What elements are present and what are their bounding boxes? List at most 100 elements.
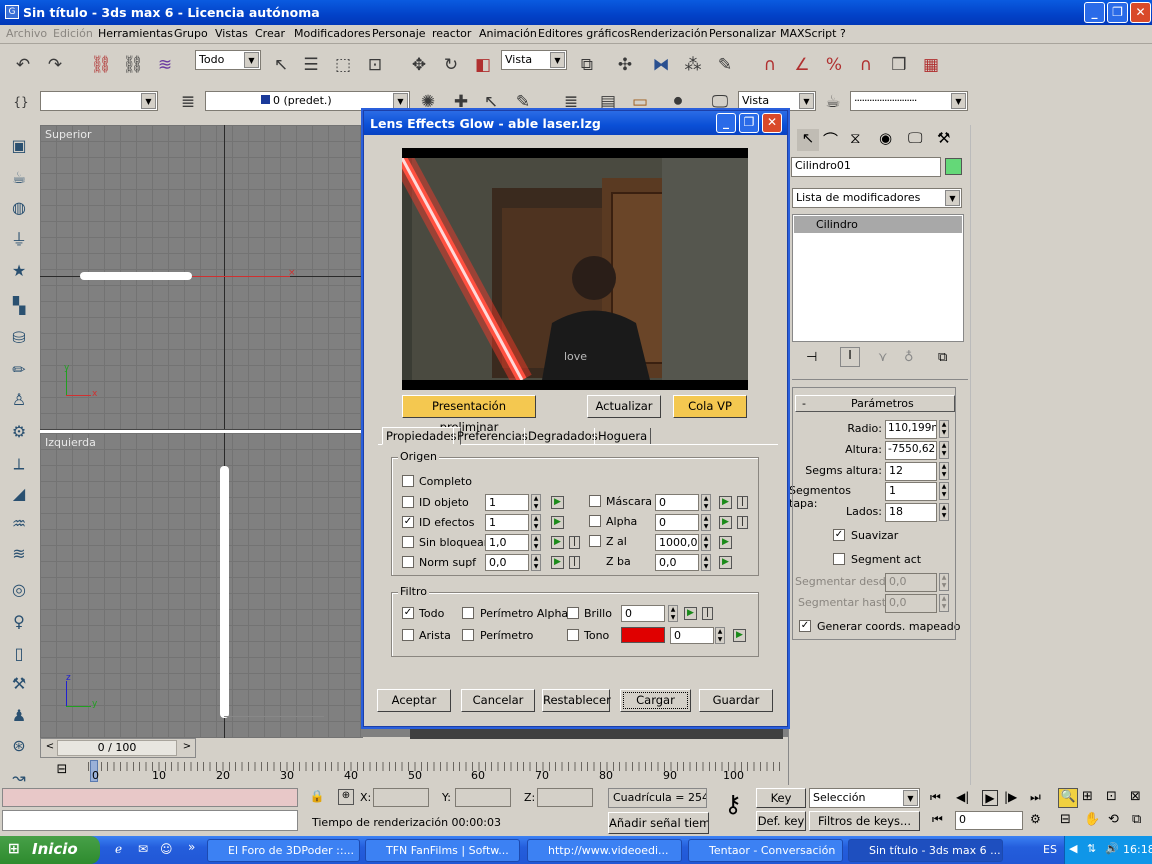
save-button[interactable]: Guardar bbox=[699, 689, 773, 712]
cancel-button[interactable]: Cancelar bbox=[461, 689, 535, 712]
hue-play-icon[interactable]: ▶ bbox=[733, 629, 746, 642]
perimeter-alpha-checkbox[interactable] bbox=[462, 607, 474, 619]
modify-tab-icon[interactable]: ⌒ bbox=[823, 129, 838, 150]
viewport-top[interactable]: × y x Superior bbox=[40, 125, 363, 430]
pan-icon[interactable]: ✋ bbox=[1084, 812, 1100, 827]
mask-spinner[interactable]: ▲ ▼ bbox=[701, 494, 711, 511]
sides-field[interactable]: 18 bbox=[885, 503, 937, 522]
edge-checkbox[interactable] bbox=[402, 629, 414, 641]
parameters-rollout-header[interactable]: - Parámetros bbox=[795, 395, 955, 412]
time-slider-frame[interactable]: 0 / 100 bbox=[57, 740, 177, 756]
z-lo-spinner[interactable]: ▲ ▼ bbox=[701, 554, 711, 571]
tool-icon[interactable]: ⚒ bbox=[5, 671, 33, 699]
teapot-icon[interactable]: ☕ bbox=[5, 165, 33, 193]
update-button[interactable]: Actualizar bbox=[587, 395, 661, 418]
chevron-right-icon[interactable]: > bbox=[180, 741, 194, 755]
time-slider[interactable]: < 0 / 100 > bbox=[40, 738, 196, 758]
zoom-icon[interactable]: 🔍 bbox=[1058, 788, 1078, 808]
remove-modifier-icon[interactable]: ♁ bbox=[904, 350, 914, 365]
utilities-tab-icon[interactable]: ⚒ bbox=[937, 129, 950, 147]
mask-invert-icon[interactable]: | bbox=[737, 496, 748, 509]
reset-button[interactable]: Restablecer bbox=[542, 689, 611, 712]
objects-icon[interactable]: ▣ bbox=[5, 133, 33, 161]
auto-key-button[interactable]: Key auto bbox=[756, 788, 806, 823]
surface-normal-play-icon[interactable]: ▶ bbox=[551, 556, 564, 569]
tab-degradados[interactable]: Degradados bbox=[524, 428, 601, 444]
zoom-all-icon[interactable]: ⊞ bbox=[1082, 789, 1093, 804]
chevron-left-icon[interactable]: < bbox=[43, 741, 57, 755]
prompt-line[interactable] bbox=[2, 810, 298, 831]
helper-icon[interactable]: ⟂ bbox=[5, 451, 33, 479]
filter-all-checkbox[interactable]: ✓ bbox=[402, 607, 414, 619]
unclamped-spinner[interactable]: ▲ ▼ bbox=[531, 534, 541, 551]
maximize-button[interactable]: ❐ bbox=[1107, 2, 1128, 23]
object-id-spinner[interactable]: ▲ ▼ bbox=[531, 494, 541, 511]
motion-tab-icon[interactable]: ◉ bbox=[879, 129, 892, 147]
named-selection-icon[interactable]: ❒ bbox=[886, 52, 912, 78]
menu-archivo[interactable]: Archivo bbox=[6, 27, 47, 40]
unclamped-play-icon[interactable]: ▶ bbox=[551, 536, 564, 549]
menu-personaje[interactable]: Personaje bbox=[372, 27, 426, 40]
select-object-icon[interactable]: ↖ bbox=[268, 52, 294, 78]
track-bar-icon[interactable]: ⊟ bbox=[52, 762, 72, 780]
key-selection-dropdown[interactable]: Selección ▼ bbox=[809, 788, 920, 808]
effects-id-field[interactable]: 1 bbox=[485, 514, 529, 531]
next-frame-icon[interactable]: |▶ bbox=[1004, 790, 1017, 804]
arc-rotate-icon[interactable]: ⟲ bbox=[1108, 812, 1119, 827]
menu-personalizar[interactable]: Personalizar bbox=[709, 27, 776, 40]
mask-play-icon[interactable]: ▶ bbox=[719, 496, 732, 509]
object-id-field[interactable]: 1 bbox=[485, 494, 529, 511]
viewport-left-label[interactable]: Izquierda bbox=[45, 436, 96, 449]
scale-icon[interactable]: ◧ bbox=[470, 52, 496, 78]
taskbar-item-foro[interactable]: El Foro de 3DPoder ::... bbox=[207, 839, 360, 862]
make-unique-icon[interactable]: ⋎ bbox=[878, 350, 888, 365]
alpha-spinner[interactable]: ▲ ▼ bbox=[701, 514, 711, 531]
sides-spinner[interactable]: ▲ ▼ bbox=[939, 503, 949, 521]
taskbar-item-3dsmax[interactable]: Sin título - 3ds max 6 ... bbox=[848, 839, 1003, 862]
layer-manager-icon[interactable]: ≣ bbox=[175, 89, 201, 115]
current-frame-field[interactable]: 0 bbox=[955, 811, 1023, 830]
render-type-dropdown[interactable]: Vista ▼ bbox=[738, 91, 816, 111]
tab-propiedades[interactable]: Propiedades bbox=[382, 427, 461, 445]
select-by-name-icon[interactable]: ☰ bbox=[298, 52, 324, 78]
material-editor-icon[interactable]: ▦ bbox=[918, 52, 944, 78]
z-lo-play-icon[interactable]: ▶ bbox=[719, 556, 732, 569]
object-id-checkbox[interactable] bbox=[402, 496, 414, 508]
bright-field[interactable]: 0 bbox=[621, 605, 665, 622]
array-icon[interactable]: ⁂ bbox=[680, 52, 706, 78]
dialog-minimize-button[interactable]: _ bbox=[716, 113, 736, 133]
text-icon[interactable]: {} bbox=[8, 89, 34, 115]
vp-queue-button[interactable]: Cola VP bbox=[673, 395, 747, 418]
rotate-icon[interactable]: ↻ bbox=[438, 52, 464, 78]
surface-normal-field[interactable]: 0,0 bbox=[485, 554, 529, 571]
z-hi-field[interactable]: 1000,0 bbox=[655, 534, 699, 551]
alpha-play-icon[interactable]: ▶ bbox=[719, 516, 732, 529]
panel-icon[interactable]: ▯ bbox=[5, 641, 33, 669]
biped-icon[interactable]: ♀ bbox=[5, 609, 33, 637]
minimize-button[interactable]: _ bbox=[1084, 2, 1105, 23]
viewport-top-label[interactable]: Superior bbox=[45, 128, 92, 141]
object-id-play-icon[interactable]: ▶ bbox=[551, 496, 564, 509]
sphere-icon[interactable]: ◍ bbox=[5, 195, 33, 223]
menu-vistas[interactable]: Vistas bbox=[215, 27, 248, 40]
dialog-maximize-button[interactable]: ❐ bbox=[739, 113, 759, 133]
zoom-extents-all-icon[interactable]: ⊠ bbox=[1130, 789, 1141, 804]
named-selection-set-dropdown[interactable]: ▼ bbox=[40, 91, 158, 111]
tab-preferencias[interactable]: Preferencias bbox=[453, 428, 531, 444]
messenger-quicklaunch-icon[interactable]: ☺ bbox=[160, 842, 173, 856]
alpha-checkbox[interactable] bbox=[589, 515, 601, 527]
quick-render-icon[interactable]: ☕ bbox=[820, 89, 846, 115]
pose-icon[interactable]: ♟ bbox=[5, 703, 33, 731]
key-mode-icon[interactable]: ⏮ bbox=[932, 812, 943, 827]
surface-normal-checkbox[interactable] bbox=[402, 556, 414, 568]
rect-selection-icon[interactable]: ⬚ bbox=[330, 52, 356, 78]
hue-spinner[interactable]: ▲ ▼ bbox=[715, 627, 725, 644]
z-hi-checkbox[interactable] bbox=[589, 535, 601, 547]
absolute-mode-icon[interactable]: ⊕ bbox=[338, 789, 354, 805]
dialog-close-button[interactable]: ✕ bbox=[762, 113, 782, 133]
shapes-icon[interactable]: ▚ bbox=[5, 293, 33, 321]
layer-dropdown[interactable]: 0 (predet.) ▼ bbox=[205, 91, 410, 111]
surface-normal-spinner[interactable]: ▲ ▼ bbox=[531, 554, 541, 571]
alpha-invert-icon[interactable]: | bbox=[737, 516, 748, 529]
bind-spacewarp-icon[interactable]: ≋ bbox=[152, 52, 178, 78]
